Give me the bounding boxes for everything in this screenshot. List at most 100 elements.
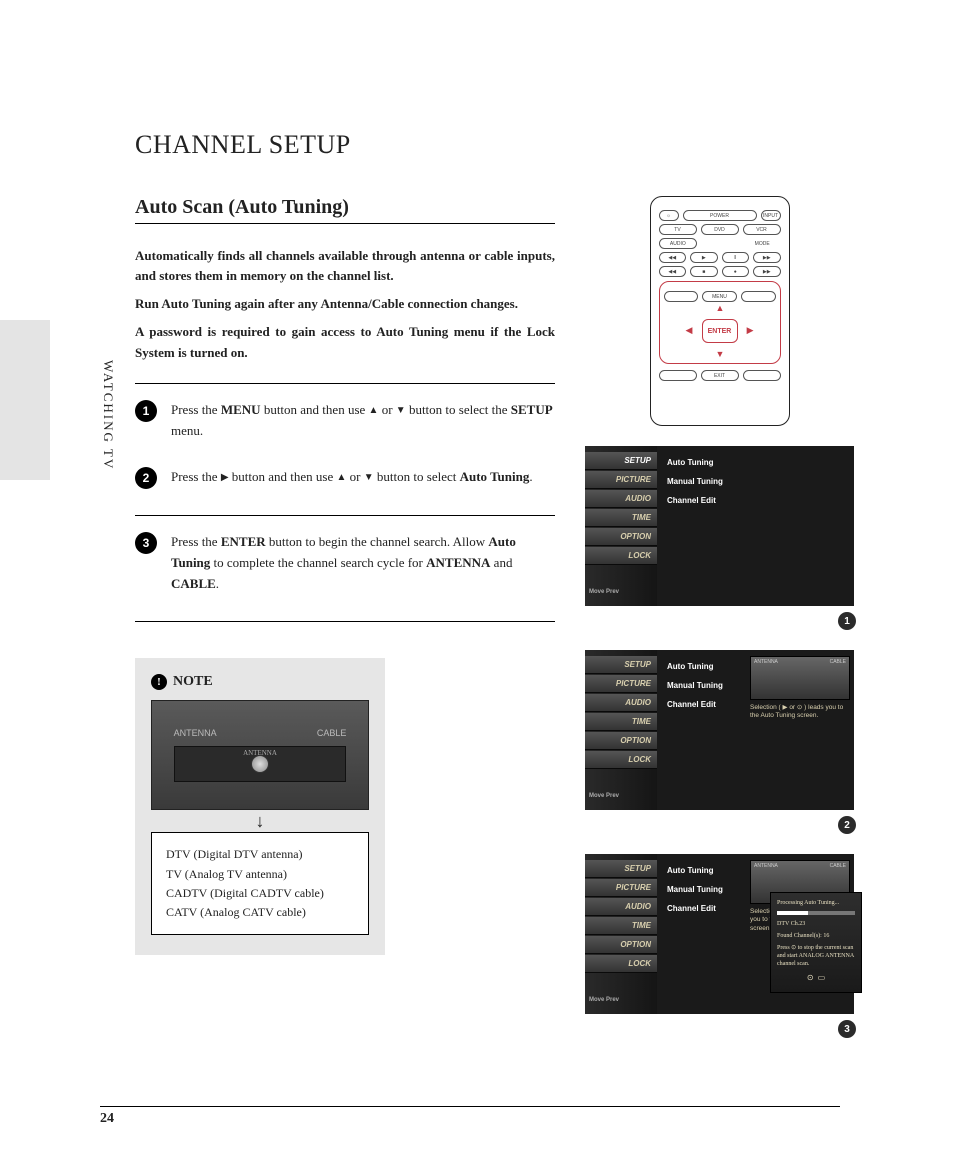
page-number: 24 <box>100 1111 114 1127</box>
left-arrow-icon: ◀ <box>686 325 693 336</box>
remote-dvd-button: DVD <box>701 224 739 235</box>
osd-screenshot-1: SETUP PICTURE AUDIO TIME OPTION LOCK Mov… <box>585 446 854 606</box>
osd-menu-item: SETUP <box>585 452 657 470</box>
remote-input-button: INPUT <box>761 210 781 221</box>
step-number-badge: 3 <box>135 532 157 554</box>
note-line: DTV (Digital DTV antenna) <box>166 845 354 864</box>
kw: SETUP <box>511 402 553 417</box>
step-text: Press the MENU button and then use ▲ or … <box>171 400 555 442</box>
remote-power-button: POWER <box>683 210 757 221</box>
kw: Auto Tuning <box>460 469 530 484</box>
t: or <box>346 469 363 484</box>
right-arrow-icon: ▶ <box>221 472 229 483</box>
t: Press the <box>171 402 221 417</box>
intro-paragraph: A password is required to gain access to… <box>135 322 555 362</box>
osd-screenshot-2: SETUP PICTURE AUDIO TIME OPTION LOCK Mov… <box>585 650 854 810</box>
enter-label: ENTER <box>708 328 732 335</box>
step-text: Press the ▶ button and then use ▲ or ▼ b… <box>171 467 533 488</box>
osd-menu-item: PICTURE <box>585 675 657 693</box>
t: button and then use <box>261 402 369 417</box>
osd-screenshot-3: SETUP PICTURE AUDIO TIME OPTION LOCK Mov… <box>585 854 854 1014</box>
osd-menu-item: AUDIO <box>585 490 657 508</box>
osd-menu-item: PICTURE <box>585 471 657 489</box>
intro-paragraph: Automatically finds all channels availab… <box>135 246 555 286</box>
step: 2 Press the ▶ button and then use ▲ or ▼… <box>135 467 555 489</box>
down-arrow-icon: ▼ <box>364 472 374 483</box>
up-arrow-icon: ▲ <box>716 303 725 313</box>
t: to complete the channel search cycle for <box>210 555 426 570</box>
t: . <box>529 469 532 484</box>
osd-menu-item: LOCK <box>585 751 657 769</box>
section-subtitle: Auto Scan (Auto Tuning) <box>135 196 555 224</box>
right-arrow-icon: ▶ <box>747 325 754 336</box>
osd-preview-pane: ANTENNA CABLE Selection ( ▶ or ⊙ ) leads… <box>750 656 850 721</box>
up-arrow-icon: ▲ <box>337 472 347 483</box>
progress-bar-track <box>777 911 855 915</box>
note-list: DTV (Digital DTV antenna) TV (Analog TV … <box>151 832 369 935</box>
note-line: CADTV (Digital CADTV cable) <box>166 884 354 903</box>
jack-center-label: ANTENNA <box>243 749 277 757</box>
antenna-jack-illustration: ANTENNA CABLE ANTENNA <box>151 700 369 810</box>
note-line: TV (Analog TV antenna) <box>166 865 354 884</box>
t: Press the <box>171 534 221 549</box>
intro-paragraph: Run Auto Tuning again after any Antenna/… <box>135 294 555 314</box>
thumb-label: CABLE <box>830 863 846 869</box>
kw: ANTENNA <box>426 555 490 570</box>
osd-menu-item: SETUP <box>585 860 657 878</box>
osd-sub-item: Auto Tuning <box>667 458 844 467</box>
osd-footer-hint: Move Prev <box>585 993 657 1007</box>
osd-menu-item: OPTION <box>585 732 657 750</box>
step: 1 Press the MENU button and then use ▲ o… <box>135 400 555 442</box>
coax-jack-icon <box>251 755 269 773</box>
remote-enter-button: ENTER <box>702 319 738 343</box>
osd-menu-item: LOCK <box>585 547 657 565</box>
down-arrow-icon: ▼ <box>716 349 725 359</box>
remote-transport: ◀◀ <box>659 252 687 263</box>
kw: CABLE <box>171 576 216 591</box>
osd-caption: Selection ( ▶ or ⊙ ) leads you to the Au… <box>750 704 850 721</box>
screenshot-number-badge: 1 <box>838 612 856 630</box>
step: 3 Press the ENTER button to begin the ch… <box>135 532 555 594</box>
remote-mode-label: MODE <box>744 238 781 249</box>
osd-menu-item: TIME <box>585 917 657 935</box>
thumb-label: ANTENNA <box>754 863 778 869</box>
popup-title: Processing Auto Tuning... <box>777 899 855 907</box>
popup-line: DTV Ch.23 <box>777 920 855 928</box>
t: button to select the <box>406 402 511 417</box>
osd-menu-item: TIME <box>585 509 657 527</box>
remote-button <box>664 291 699 302</box>
remote-transport: ▶▶ <box>753 266 781 277</box>
remote-illustration: ☼ POWER INPUT TV DVD VCR AUDIO MODE ◀◀ ▶ <box>650 196 790 426</box>
remote-dpad-highlight: MENU ▲ ◀ ▶ ▼ ENTER <box>659 281 781 364</box>
progress-bar-fill <box>777 911 808 915</box>
cable-label: CABLE <box>317 728 347 738</box>
t: or <box>378 402 395 417</box>
antenna-label: ANTENNA <box>174 728 217 738</box>
down-arrow-icon: ↓ <box>151 816 369 827</box>
step-number-badge: 1 <box>135 400 157 422</box>
remote-transport: ▶ <box>690 252 718 263</box>
divider <box>135 383 555 384</box>
up-arrow-icon: ▲ <box>369 405 379 416</box>
thumb-label: ANTENNA <box>754 659 778 665</box>
note-box: NOTE ANTENNA CABLE ANTENNA ↓ DTV (Digita… <box>135 658 385 956</box>
osd-side-menu: SETUP PICTURE AUDIO TIME OPTION LOCK Mov… <box>585 446 657 606</box>
remote-transport: ◀◀ <box>659 266 687 277</box>
screenshot-number-badge: 2 <box>838 816 856 834</box>
osd-menu-item: TIME <box>585 713 657 731</box>
t: menu. <box>171 423 203 438</box>
osd-sub-item: Manual Tuning <box>667 477 844 486</box>
t: and <box>490 555 512 570</box>
t: button to begin the channel search. Allo… <box>266 534 489 549</box>
screenshot-number-badge: 3 <box>838 1020 856 1038</box>
divider <box>135 621 555 622</box>
remote-vcr-button: VCR <box>743 224 781 235</box>
osd-menu-item: PICTURE <box>585 879 657 897</box>
popup-enter-icon: ⊙ ▭ <box>777 973 855 982</box>
remote-button <box>741 291 776 302</box>
osd-progress-popup: Processing Auto Tuning... DTV Ch.23 Foun… <box>770 892 862 993</box>
kw: MENU <box>221 402 261 417</box>
popup-line: Press ⊙ to stop the current scan and sta… <box>777 944 855 968</box>
note-heading: NOTE <box>151 674 369 690</box>
remote-button <box>743 370 781 381</box>
